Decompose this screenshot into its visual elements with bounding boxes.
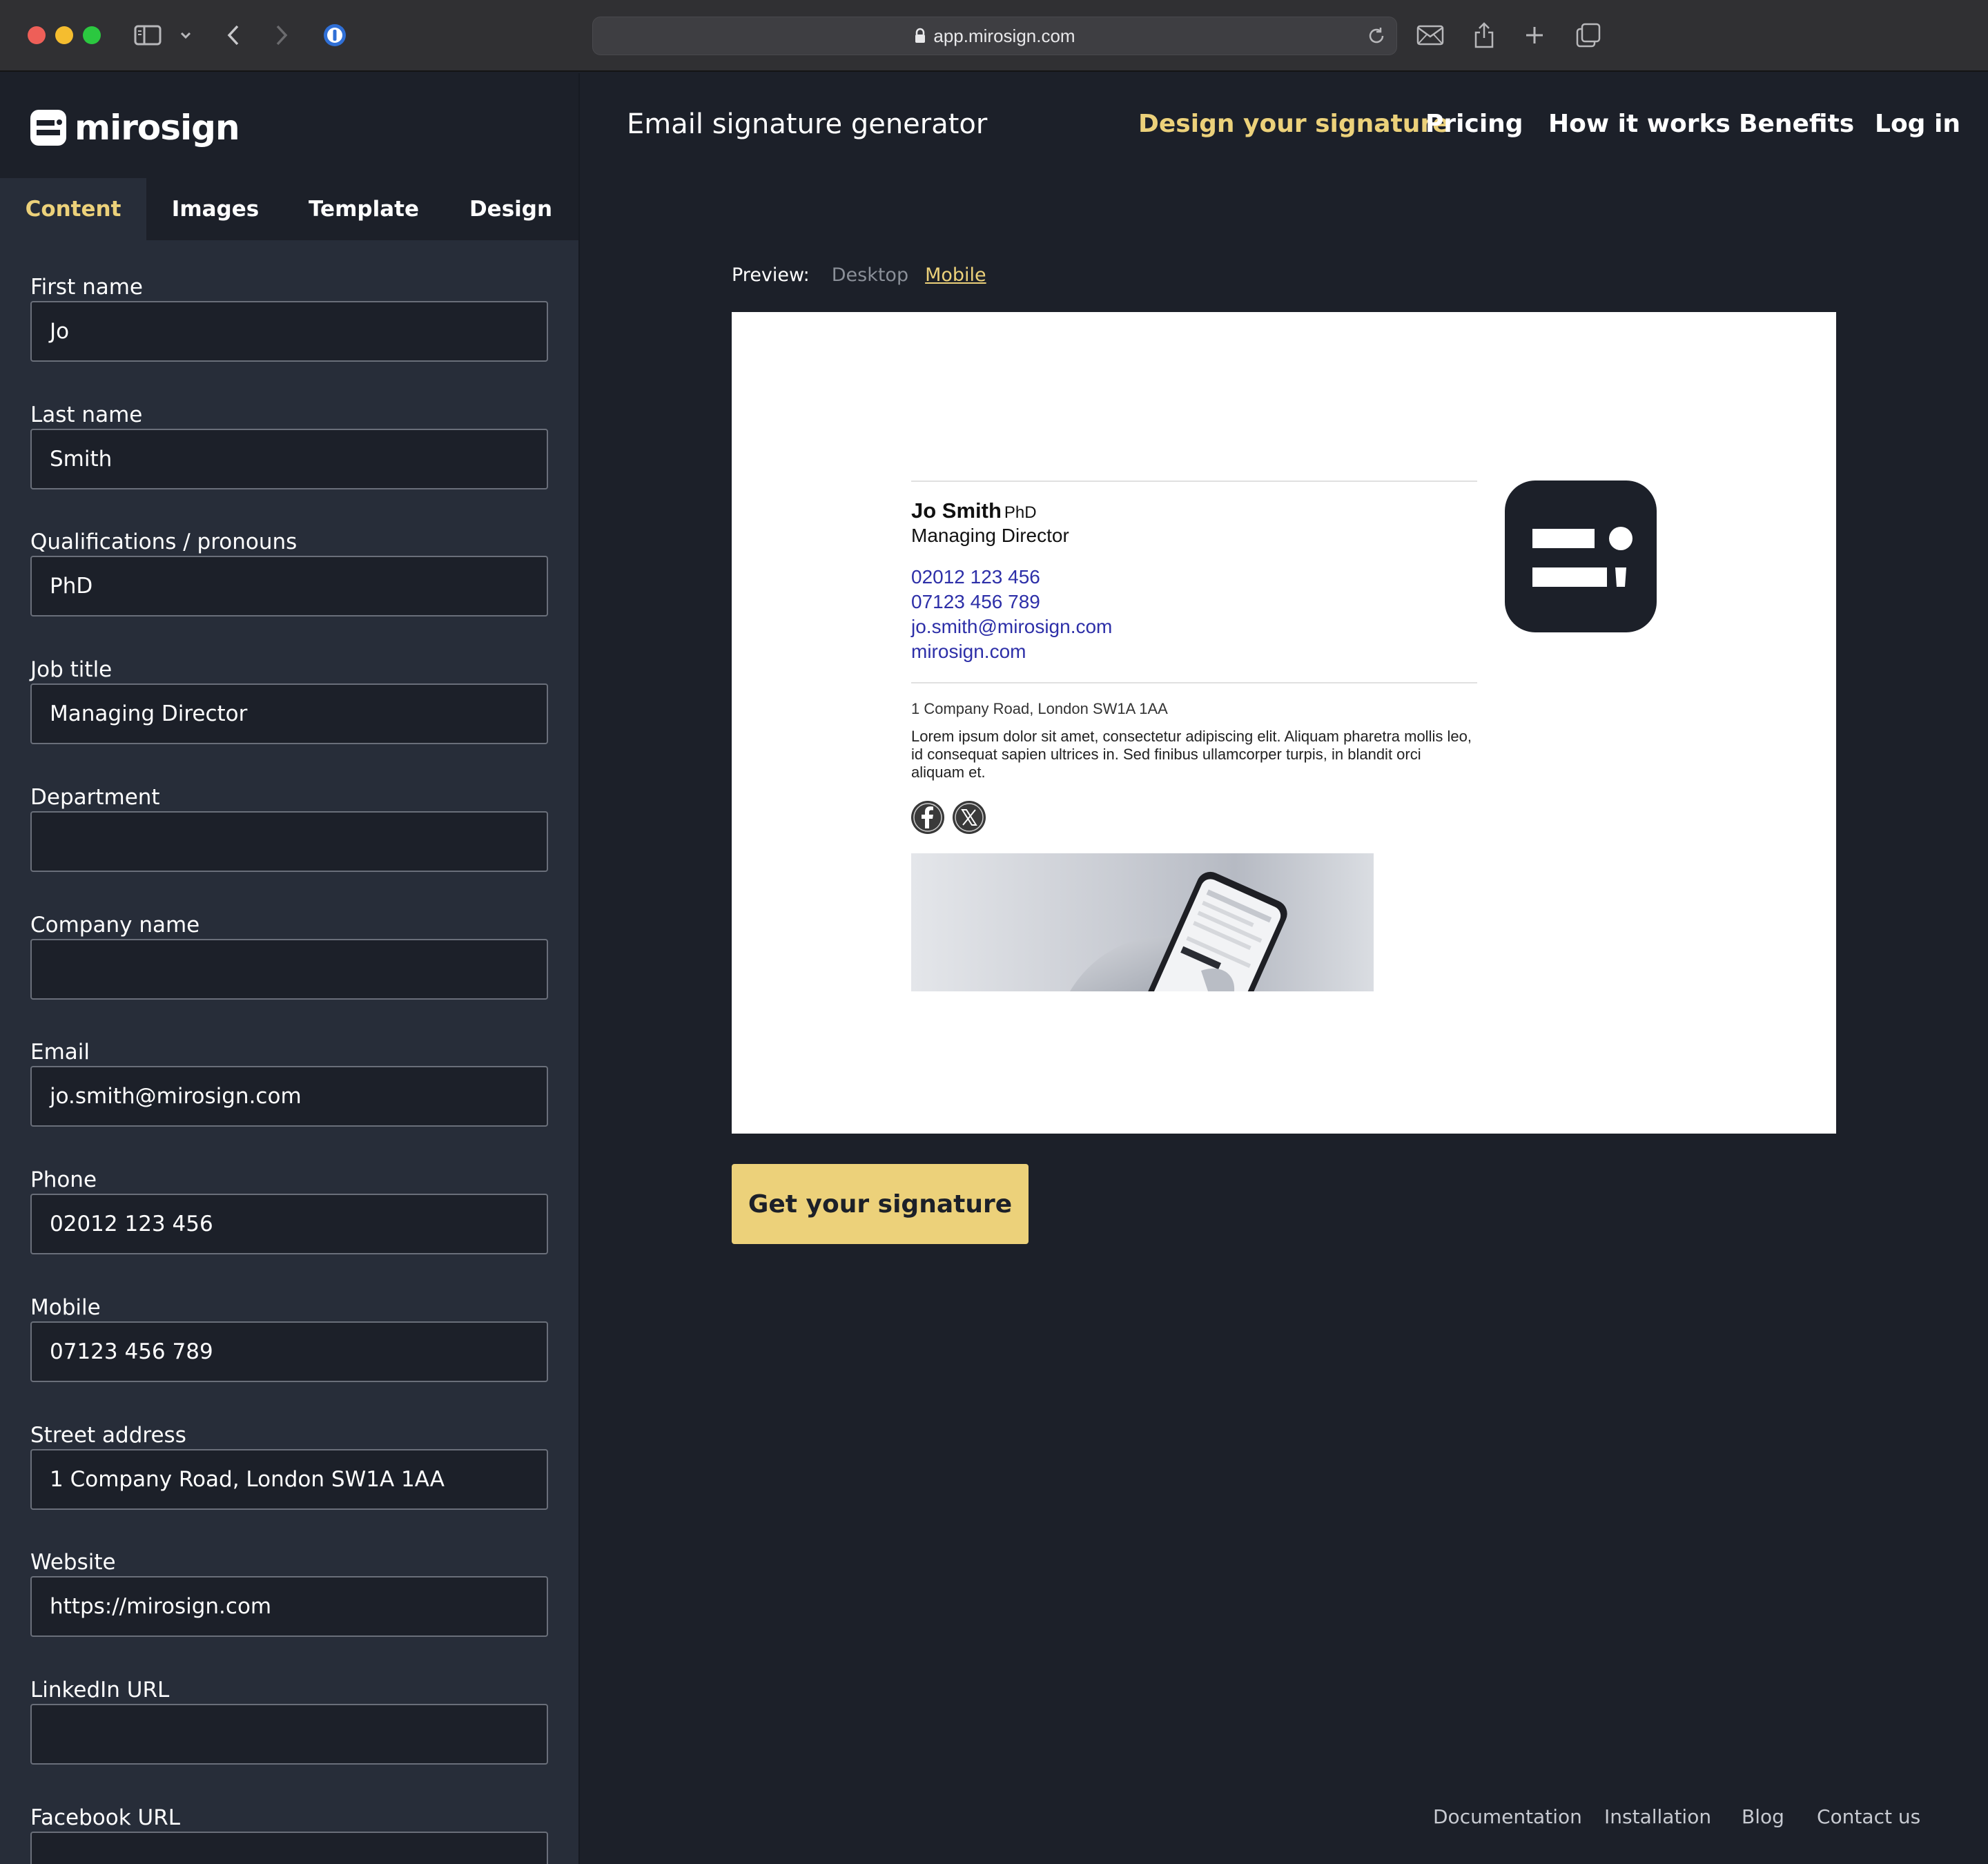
signature-address: 1 Company Road, London SW1A 1AA — [911, 700, 1168, 717]
first-name-input[interactable]: Jo — [30, 301, 548, 362]
company-name-field: Company name — [30, 911, 548, 1000]
qualifications-label: Qualifications / pronouns — [30, 530, 298, 554]
signature-website-link[interactable]: mirosign.com — [911, 641, 1026, 663]
signature-mobile-link[interactable]: 07123 456 789 — [911, 591, 1040, 613]
password-manager-icon[interactable] — [322, 18, 348, 52]
nav-log-in[interactable]: Log in — [1875, 104, 1960, 145]
url-text: app.mirosign.com — [933, 25, 1075, 46]
first-name-label: First name — [30, 275, 144, 300]
signature-qualification: PhD — [1004, 503, 1037, 522]
browser-toolbar: app.mirosign.com — [0, 0, 1988, 72]
phone-field: Phone 02012 123 456 — [30, 1166, 548, 1254]
footer-blog-link[interactable]: Blog — [1742, 1803, 1784, 1831]
last-name-field: Last name Smith — [30, 401, 548, 489]
department-input[interactable] — [30, 811, 548, 872]
signature-middle-divider — [911, 682, 1477, 683]
job-title-field: Job title Managing Director — [30, 656, 548, 744]
department-field: Department — [30, 784, 548, 872]
minimize-window-button[interactable] — [55, 26, 73, 44]
preview-desktop-link[interactable]: Desktop — [832, 264, 908, 286]
nav-benefits[interactable]: Benefits — [1739, 104, 1854, 145]
tab-overview-icon[interactable] — [1575, 18, 1601, 52]
preview-mobile-link[interactable]: Mobile — [925, 264, 986, 286]
new-tab-icon[interactable] — [1524, 18, 1545, 52]
email-label: Email — [30, 1040, 90, 1065]
company-name-label: Company name — [30, 913, 200, 938]
street-address-field: Street address 1 Company Road, London SW… — [30, 1421, 548, 1510]
editor-sidebar: mirosign Content Images Template Design … — [0, 73, 580, 1864]
signature-job-title: Managing Director — [911, 525, 1069, 546]
get-your-signature-button[interactable]: Get your signature — [732, 1164, 1029, 1244]
footer-contact-us-link[interactable]: Contact us — [1817, 1803, 1920, 1831]
website-field: Website https://mirosign.com — [30, 1549, 548, 1637]
mobile-field: Mobile 07123 456 789 — [30, 1294, 548, 1382]
website-label: Website — [30, 1550, 116, 1575]
forward-arrow-icon[interactable] — [273, 18, 290, 52]
phone-input[interactable]: 02012 123 456 — [30, 1194, 548, 1254]
lock-icon — [914, 28, 926, 44]
signature-logo — [1505, 480, 1657, 632]
tab-template[interactable]: Template — [284, 178, 443, 240]
job-title-input[interactable]: Managing Director — [30, 683, 548, 744]
linkedin-url-label: LinkedIn URL — [30, 1678, 170, 1702]
signature-name: Jo Smith PhD — [911, 498, 1037, 523]
linkedin-url-field: LinkedIn URL — [30, 1676, 548, 1765]
qualifications-input[interactable]: PhD — [30, 556, 548, 617]
close-window-button[interactable] — [28, 26, 46, 44]
page-title: Email signature generator — [627, 108, 988, 140]
mail-icon[interactable] — [1416, 18, 1444, 52]
tab-images[interactable]: Images — [146, 178, 284, 240]
facebook-url-input[interactable] — [30, 1832, 548, 1864]
chevron-down-icon[interactable] — [179, 18, 192, 52]
preview-label: Preview: — [732, 264, 810, 286]
brand-name: mirosign — [75, 108, 240, 148]
street-address-label: Street address — [30, 1423, 186, 1448]
first-name-field: First name Jo — [30, 273, 548, 362]
department-label: Department — [30, 785, 160, 810]
tab-content[interactable]: Content — [0, 178, 146, 240]
qualifications-field: Qualifications / pronouns PhD — [30, 528, 548, 617]
street-address-input[interactable]: 1 Company Road, London SW1A 1AA — [30, 1449, 548, 1510]
last-name-label: Last name — [30, 402, 143, 427]
job-title-label: Job title — [30, 657, 113, 682]
signature-phone-link[interactable]: 02012 123 456 — [911, 566, 1040, 588]
nav-how-it-works[interactable]: How it works — [1548, 104, 1731, 145]
linkedin-url-input[interactable] — [30, 1704, 548, 1765]
preview-switcher: Preview: Desktop Mobile — [732, 261, 986, 289]
email-field: Email jo.smith@mirosign.com — [30, 1038, 548, 1127]
facebook-url-label: Facebook URL — [30, 1805, 181, 1830]
sidebar-tabs: Content Images Template Design — [0, 178, 578, 240]
footer-documentation-link[interactable]: Documentation — [1433, 1803, 1582, 1831]
zoom-window-button[interactable] — [83, 26, 101, 44]
signature-preview: Jo Smith PhD Managing Director 02012 123 … — [732, 312, 1836, 1134]
reload-icon[interactable] — [1366, 26, 1387, 49]
address-bar[interactable]: app.mirosign.com — [592, 17, 1397, 55]
mobile-label: Mobile — [30, 1295, 101, 1320]
x-icon[interactable] — [953, 801, 986, 834]
mirosign-logo[interactable]: mirosign — [30, 108, 240, 148]
mobile-input[interactable]: 07123 456 789 — [30, 1321, 548, 1382]
last-name-input[interactable]: Smith — [30, 429, 548, 489]
signature-banner-image — [911, 853, 1374, 991]
facebook-url-field: Facebook URL — [30, 1804, 548, 1864]
facebook-icon[interactable] — [911, 801, 944, 834]
company-name-input[interactable] — [30, 939, 548, 1000]
nav-pricing[interactable]: Pricing — [1425, 104, 1523, 145]
share-icon[interactable] — [1473, 18, 1495, 52]
phone-label: Phone — [30, 1167, 97, 1192]
signature-disclaimer: Lorem ipsum dolor sit amet, consectetur … — [911, 728, 1472, 781]
footer-installation-link[interactable]: Installation — [1604, 1803, 1711, 1831]
nav-design-your-signature[interactable]: Design your signature — [1138, 104, 1450, 145]
website-input[interactable]: https://mirosign.com — [30, 1576, 548, 1637]
email-input[interactable]: jo.smith@mirosign.com — [30, 1066, 548, 1127]
back-arrow-icon[interactable] — [225, 18, 242, 52]
sidebar-toggle-icon[interactable] — [134, 18, 162, 52]
tab-design[interactable]: Design — [443, 178, 578, 240]
signature-top-divider — [911, 480, 1477, 482]
signature-email-link[interactable]: jo.smith@mirosign.com — [911, 616, 1112, 638]
signature-full-name: Jo Smith — [911, 498, 1002, 523]
mirosign-logo-icon — [30, 110, 66, 146]
